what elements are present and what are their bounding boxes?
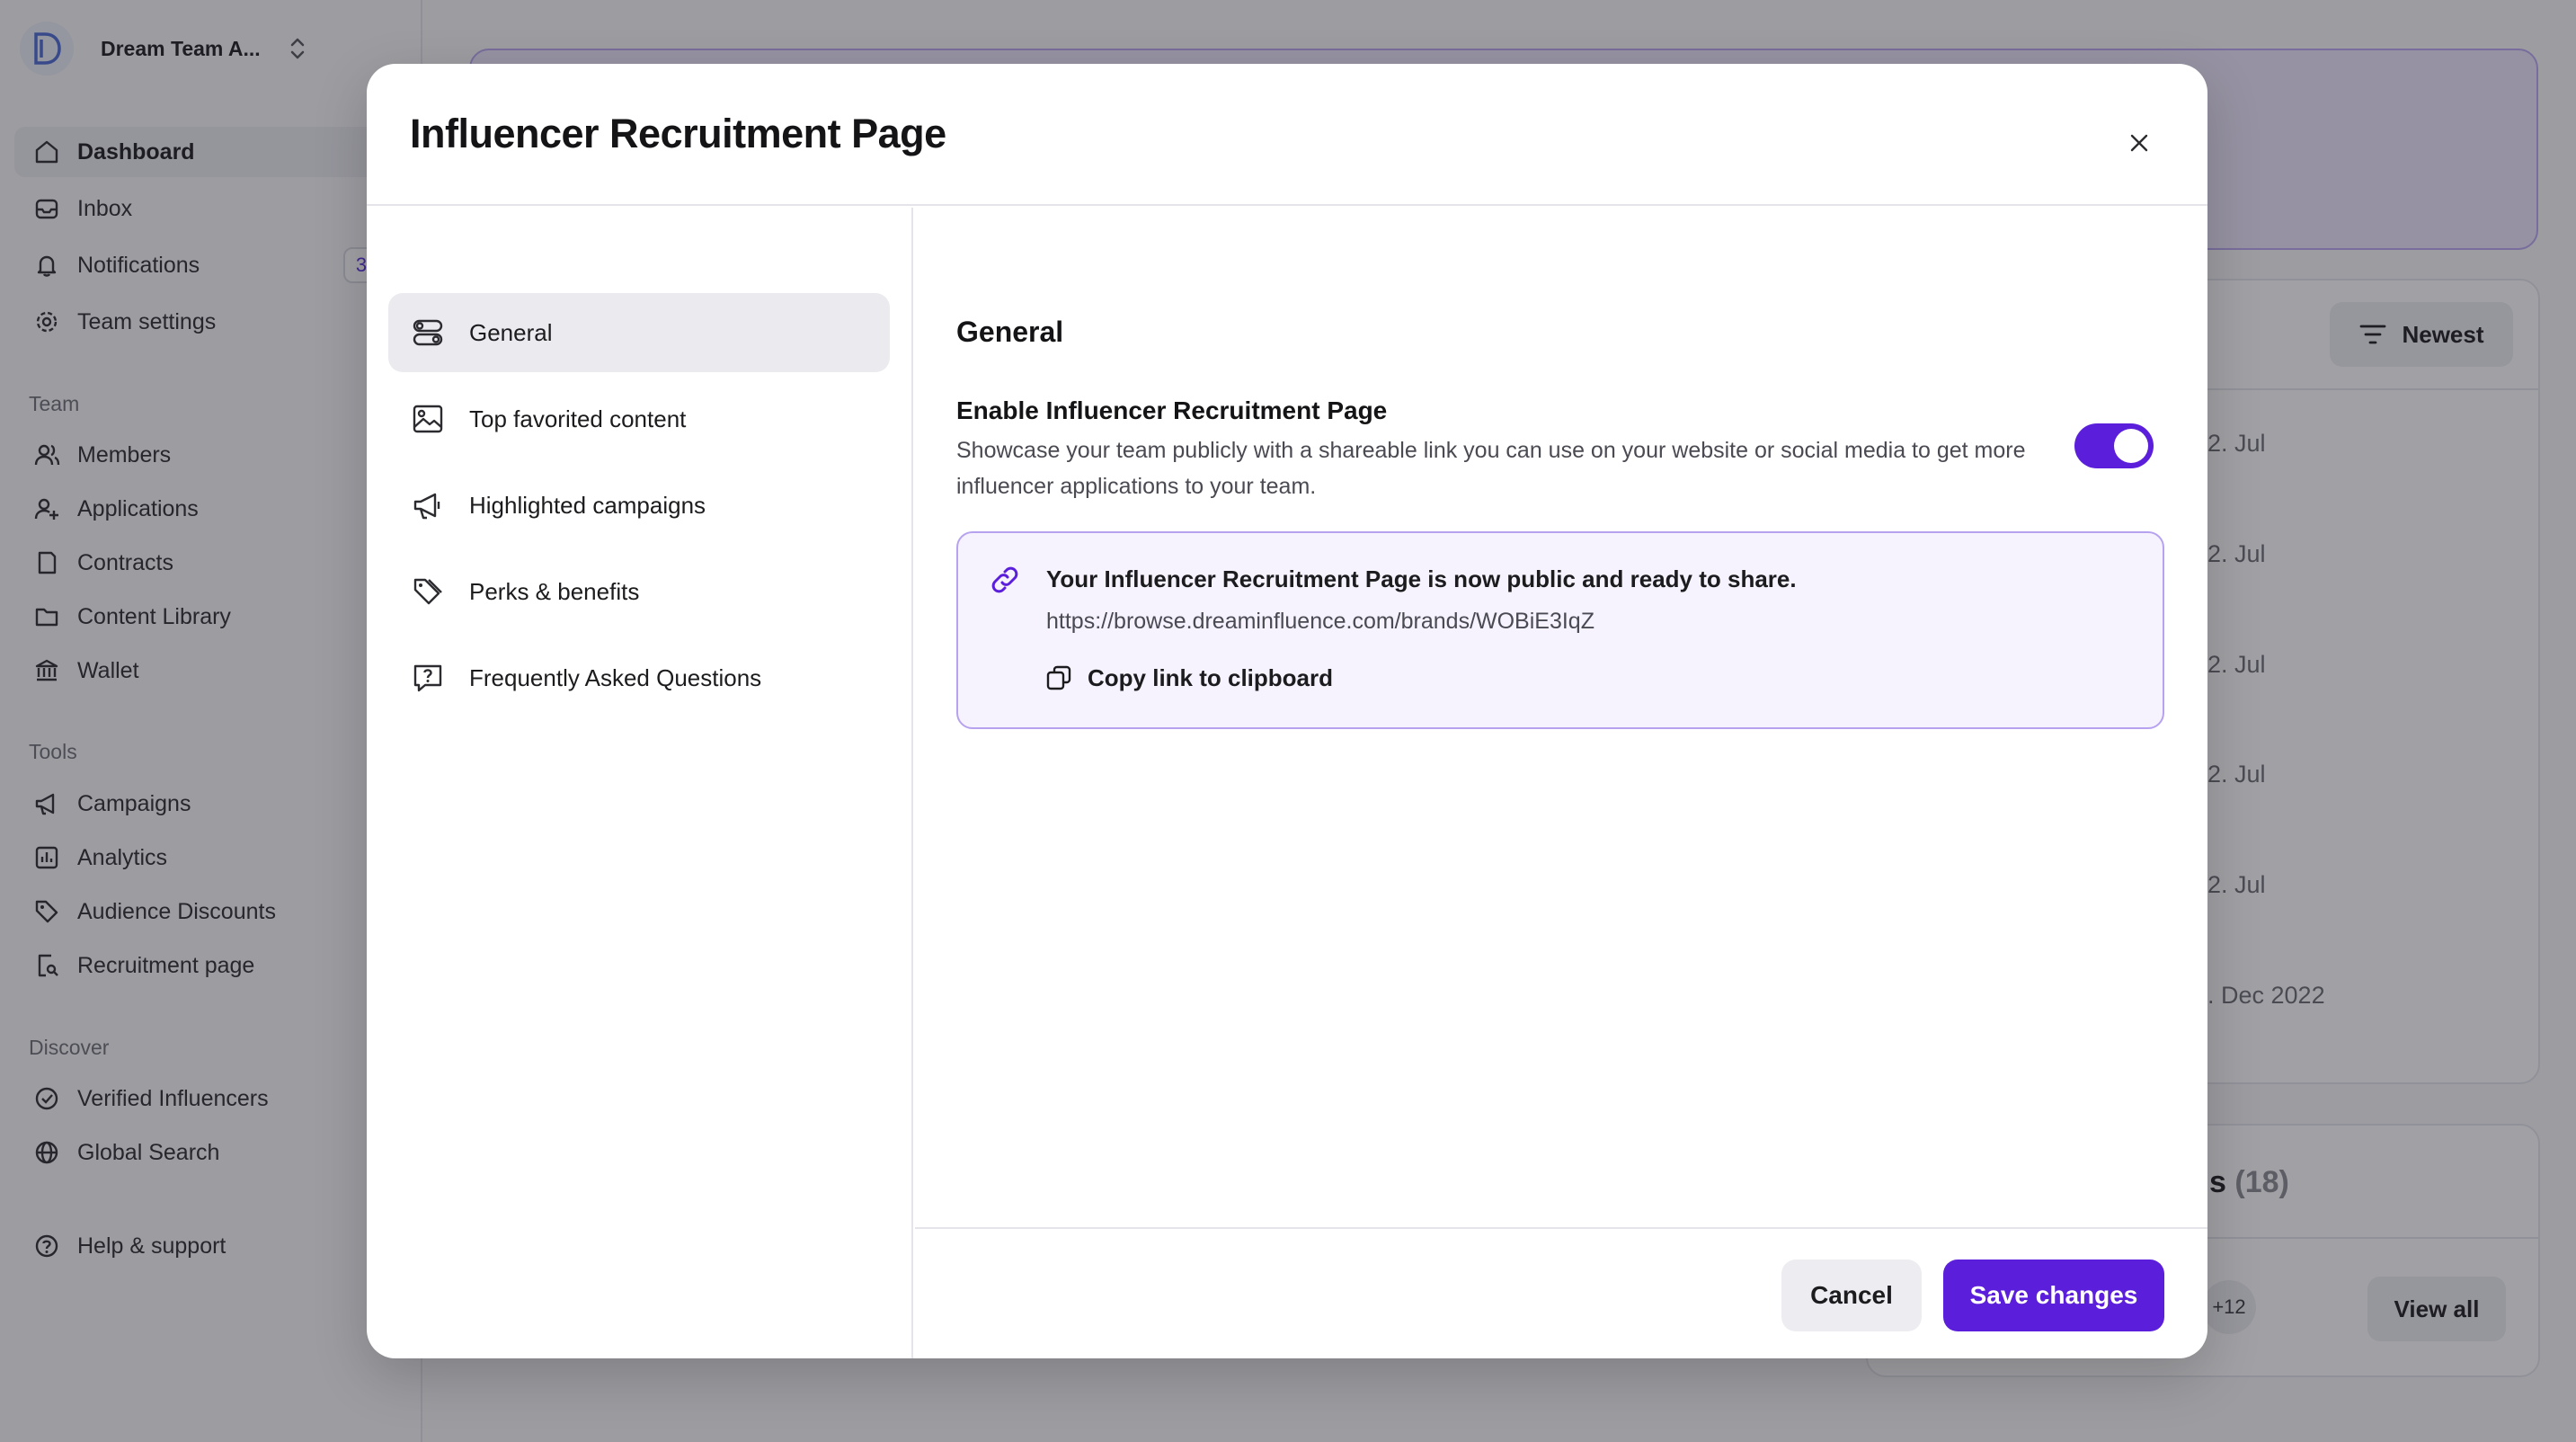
tab-label: Highlighted campaigns bbox=[469, 491, 706, 519]
tab-label: General bbox=[469, 318, 553, 346]
close-button[interactable] bbox=[2114, 118, 2164, 168]
modal-header: Influencer Recruitment Page bbox=[367, 64, 2207, 206]
question-bubble-icon bbox=[410, 660, 446, 696]
recruitment-page-modal: Influencer Recruitment Page General Top … bbox=[367, 64, 2207, 1358]
tab-highlighted-campaigns[interactable]: Highlighted campaigns bbox=[388, 466, 890, 545]
megaphone-icon bbox=[410, 487, 446, 523]
tab-label: Frequently Asked Questions bbox=[469, 663, 762, 691]
tab-top-favorited-content[interactable]: Top favorited content bbox=[388, 379, 890, 458]
cancel-button[interactable]: Cancel bbox=[1781, 1260, 1922, 1331]
toggles-icon bbox=[410, 315, 446, 351]
toggle-knob bbox=[2114, 429, 2148, 463]
link-icon bbox=[985, 560, 1025, 600]
tab-general[interactable]: General bbox=[388, 293, 890, 372]
modal-footer: Cancel Save changes bbox=[915, 1227, 2207, 1358]
enable-recruitment-page-toggle[interactable] bbox=[2074, 423, 2154, 468]
setting-title: Enable Influencer Recruitment Page bbox=[956, 396, 1388, 424]
setting-description: Showcase your team publicly with a share… bbox=[956, 438, 2026, 499]
tab-label: Top favorited content bbox=[469, 405, 687, 432]
share-url[interactable]: https://browse.dreaminfluence.com/brands… bbox=[1046, 609, 1594, 635]
share-status-message: Your Influencer Recruitment Page is now … bbox=[1046, 565, 1797, 592]
modal-settings-nav: General Top favorited content Highlighte… bbox=[367, 208, 913, 1358]
modal-content: General Enable Influencer Recruitment Pa… bbox=[915, 208, 2207, 1290]
image-icon bbox=[410, 401, 446, 437]
copy-icon bbox=[1046, 665, 1071, 690]
tab-faq[interactable]: Frequently Asked Questions bbox=[388, 638, 890, 717]
tab-label: Perks & benefits bbox=[469, 577, 640, 605]
tags-icon bbox=[410, 574, 446, 610]
copy-link-label: Copy link to clipboard bbox=[1088, 663, 1334, 691]
save-changes-button[interactable]: Save changes bbox=[1943, 1260, 2164, 1331]
copy-link-button[interactable]: Copy link to clipboard bbox=[1044, 657, 1333, 699]
modal-title: Influencer Recruitment Page bbox=[410, 111, 946, 156]
tab-perks-benefits[interactable]: Perks & benefits bbox=[388, 552, 890, 631]
close-icon bbox=[2130, 134, 2148, 152]
share-link-panel: Your Influencer Recruitment Page is now … bbox=[956, 531, 2164, 729]
section-title: General bbox=[956, 316, 1064, 348]
